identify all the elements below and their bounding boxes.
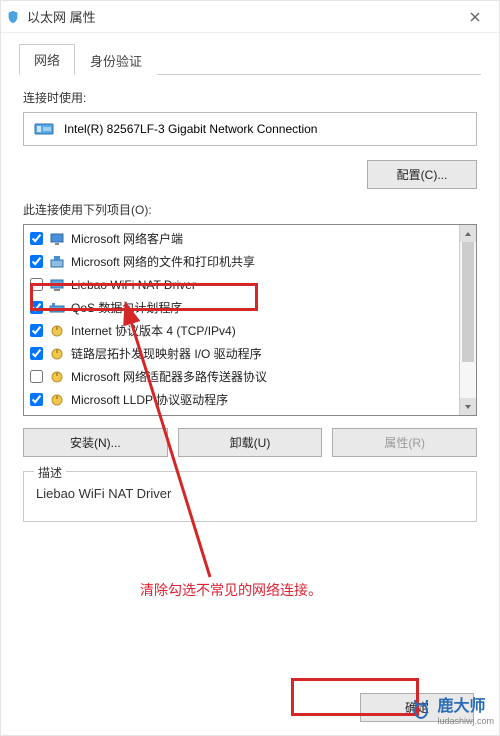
list-item[interactable]: QoS 数据包计划程序	[24, 296, 459, 319]
list-item-checkbox[interactable]	[30, 393, 43, 406]
tab-network[interactable]: 网络	[19, 44, 75, 75]
close-button[interactable]	[455, 3, 495, 31]
proto-icon	[49, 392, 65, 408]
list-item-checkbox[interactable]	[30, 347, 43, 360]
list-item-checkbox[interactable]	[30, 370, 43, 383]
list-item[interactable]: Microsoft LLDP 协议驱动程序	[24, 388, 459, 411]
uses-items-label: 此连接使用下列项目(O):	[23, 201, 477, 218]
list-item[interactable]: Microsoft 网络客户端	[24, 227, 459, 250]
scroll-thumb[interactable]	[462, 242, 474, 362]
watermark-brand: 鹿大师	[437, 698, 485, 715]
list-item-checkbox[interactable]	[30, 278, 43, 291]
nic-icon	[34, 121, 54, 137]
description-text: Liebao WiFi NAT Driver	[36, 486, 464, 501]
list-item-checkbox[interactable]	[30, 232, 43, 245]
list-item-label: Microsoft 网络客户端	[71, 230, 183, 247]
configure-button[interactable]: 配置(C)...	[367, 160, 477, 189]
scrollbar[interactable]	[459, 225, 476, 415]
scroll-track[interactable]	[460, 242, 476, 398]
proto-icon	[49, 346, 65, 362]
description-group: 描述 Liebao WiFi NAT Driver	[23, 471, 477, 522]
list-item[interactable]: 链路层拓扑发现映射器 I/O 驱动程序	[24, 342, 459, 365]
list-item-label: Microsoft 网络适配器多路传送器协议	[71, 368, 267, 385]
list-item-label: Microsoft LLDP 协议驱动程序	[71, 391, 228, 408]
annotation-text: 清除勾选不常见的网络连接。	[140, 580, 322, 600]
list-item[interactable]: Internet 协议版本 4 (TCP/IPv4)	[24, 319, 459, 342]
list-item[interactable]: Liebao WiFi NAT Driver	[24, 273, 459, 296]
driver-icon	[49, 277, 65, 293]
watermark-url: ludashiwj.com	[437, 716, 494, 726]
share-icon	[49, 254, 65, 270]
adapter-name: Intel(R) 82567LF-3 Gigabit Network Conne…	[64, 122, 317, 136]
components-listbox: Microsoft 网络客户端 Microsoft 网络的文件和打印机共享 Lieb…	[23, 224, 477, 416]
shield-icon	[5, 9, 21, 25]
list-item-checkbox[interactable]	[30, 324, 43, 337]
titlebar: 以太网 属性	[1, 1, 499, 33]
uninstall-button[interactable]: 卸载(U)	[178, 428, 323, 457]
list-item-label: 链路层拓扑发现映射器 I/O 驱动程序	[71, 345, 262, 362]
list-item-label: QoS 数据包计划程序	[71, 299, 182, 316]
list-item-label: Internet 协议版本 4 (TCP/IPv4)	[71, 322, 236, 339]
tabs: 网络 身份验证	[19, 43, 481, 75]
scroll-down-button[interactable]	[460, 398, 476, 415]
list-item-label: Liebao WiFi NAT Driver	[71, 278, 196, 292]
watermark: 鹿大师 ludashiwj.com	[409, 692, 494, 726]
list-item[interactable]: Microsoft 网络的文件和打印机共享	[24, 250, 459, 273]
description-legend: 描述	[34, 464, 66, 481]
deer-icon	[409, 697, 433, 721]
install-button[interactable]: 安装(N)...	[23, 428, 168, 457]
tab-auth[interactable]: 身份验证	[75, 45, 157, 75]
proto-icon	[49, 369, 65, 385]
adapter-box: Intel(R) 82567LF-3 Gigabit Network Conne…	[23, 112, 477, 146]
list-item[interactable]: Microsoft 网络适配器多路传送器协议	[24, 365, 459, 388]
scroll-up-button[interactable]	[460, 225, 476, 242]
qos-icon	[49, 300, 65, 316]
proto-icon	[49, 323, 65, 339]
list-item-label: Microsoft 网络的文件和打印机共享	[71, 253, 255, 270]
connect-using-label: 连接时使用:	[23, 89, 477, 106]
properties-button: 属性(R)	[332, 428, 477, 457]
list-item-checkbox[interactable]	[30, 255, 43, 268]
list-item-checkbox[interactable]	[30, 301, 43, 314]
window-title: 以太网 属性	[27, 7, 455, 26]
client-icon	[49, 231, 65, 247]
